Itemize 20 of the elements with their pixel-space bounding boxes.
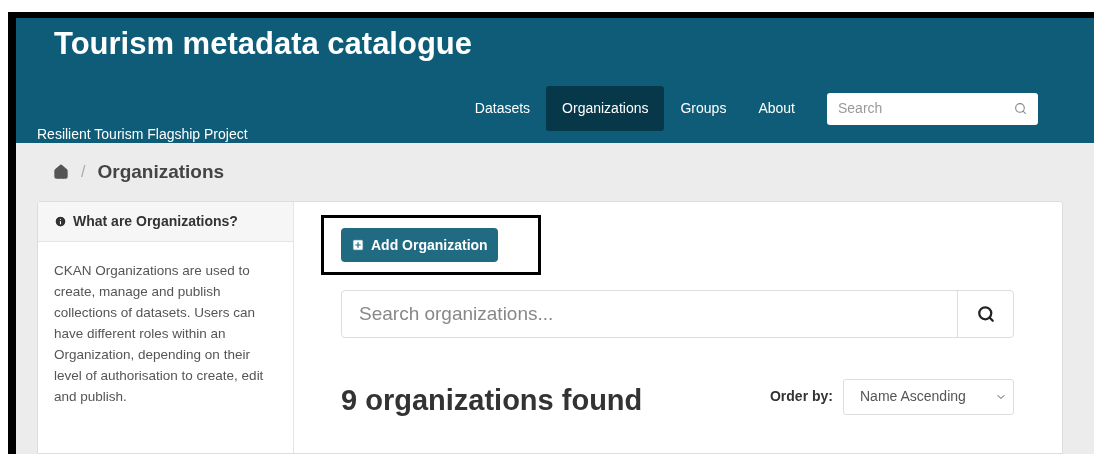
nav-tab[interactable]: Datasets <box>458 86 547 131</box>
order-select[interactable]: Name Ascending <box>843 378 1014 415</box>
breadcrumb-item[interactable]: Organizations <box>97 157 225 187</box>
sidebar-heading: What are Organizations? <box>73 212 238 231</box>
search-field[interactable]: Search organizations... <box>341 290 1014 338</box>
nav-tab[interactable]: Organizations <box>546 86 665 131</box>
search-icon <box>1014 102 1027 115</box>
breadcrumb-separator: / <box>81 162 86 182</box>
search-icon <box>976 305 995 323</box>
info-icon <box>54 215 67 228</box>
site-title[interactable]: Tourism metadata catalogue <box>54 26 473 62</box>
results-heading: 9 organizations found <box>341 383 643 418</box>
sidebar-description: CKAN Organizations are used to create, manage and publish collections of datasets. Users can have different roles within an Organization, depending on their level of authorisation to create, edit and publish. <box>53 262 265 406</box>
site-subtitle: Resilient Tourism Flagship Project <box>37 125 248 144</box>
nav-tab[interactable]: About <box>742 86 811 131</box>
add-organization-button[interactable]: Add Organization <box>341 228 498 262</box>
nav-tab[interactable]: Groups <box>664 86 743 131</box>
order-label: Order by: <box>770 387 833 407</box>
plus-icon <box>351 238 365 252</box>
home-icon[interactable] <box>53 164 69 180</box>
